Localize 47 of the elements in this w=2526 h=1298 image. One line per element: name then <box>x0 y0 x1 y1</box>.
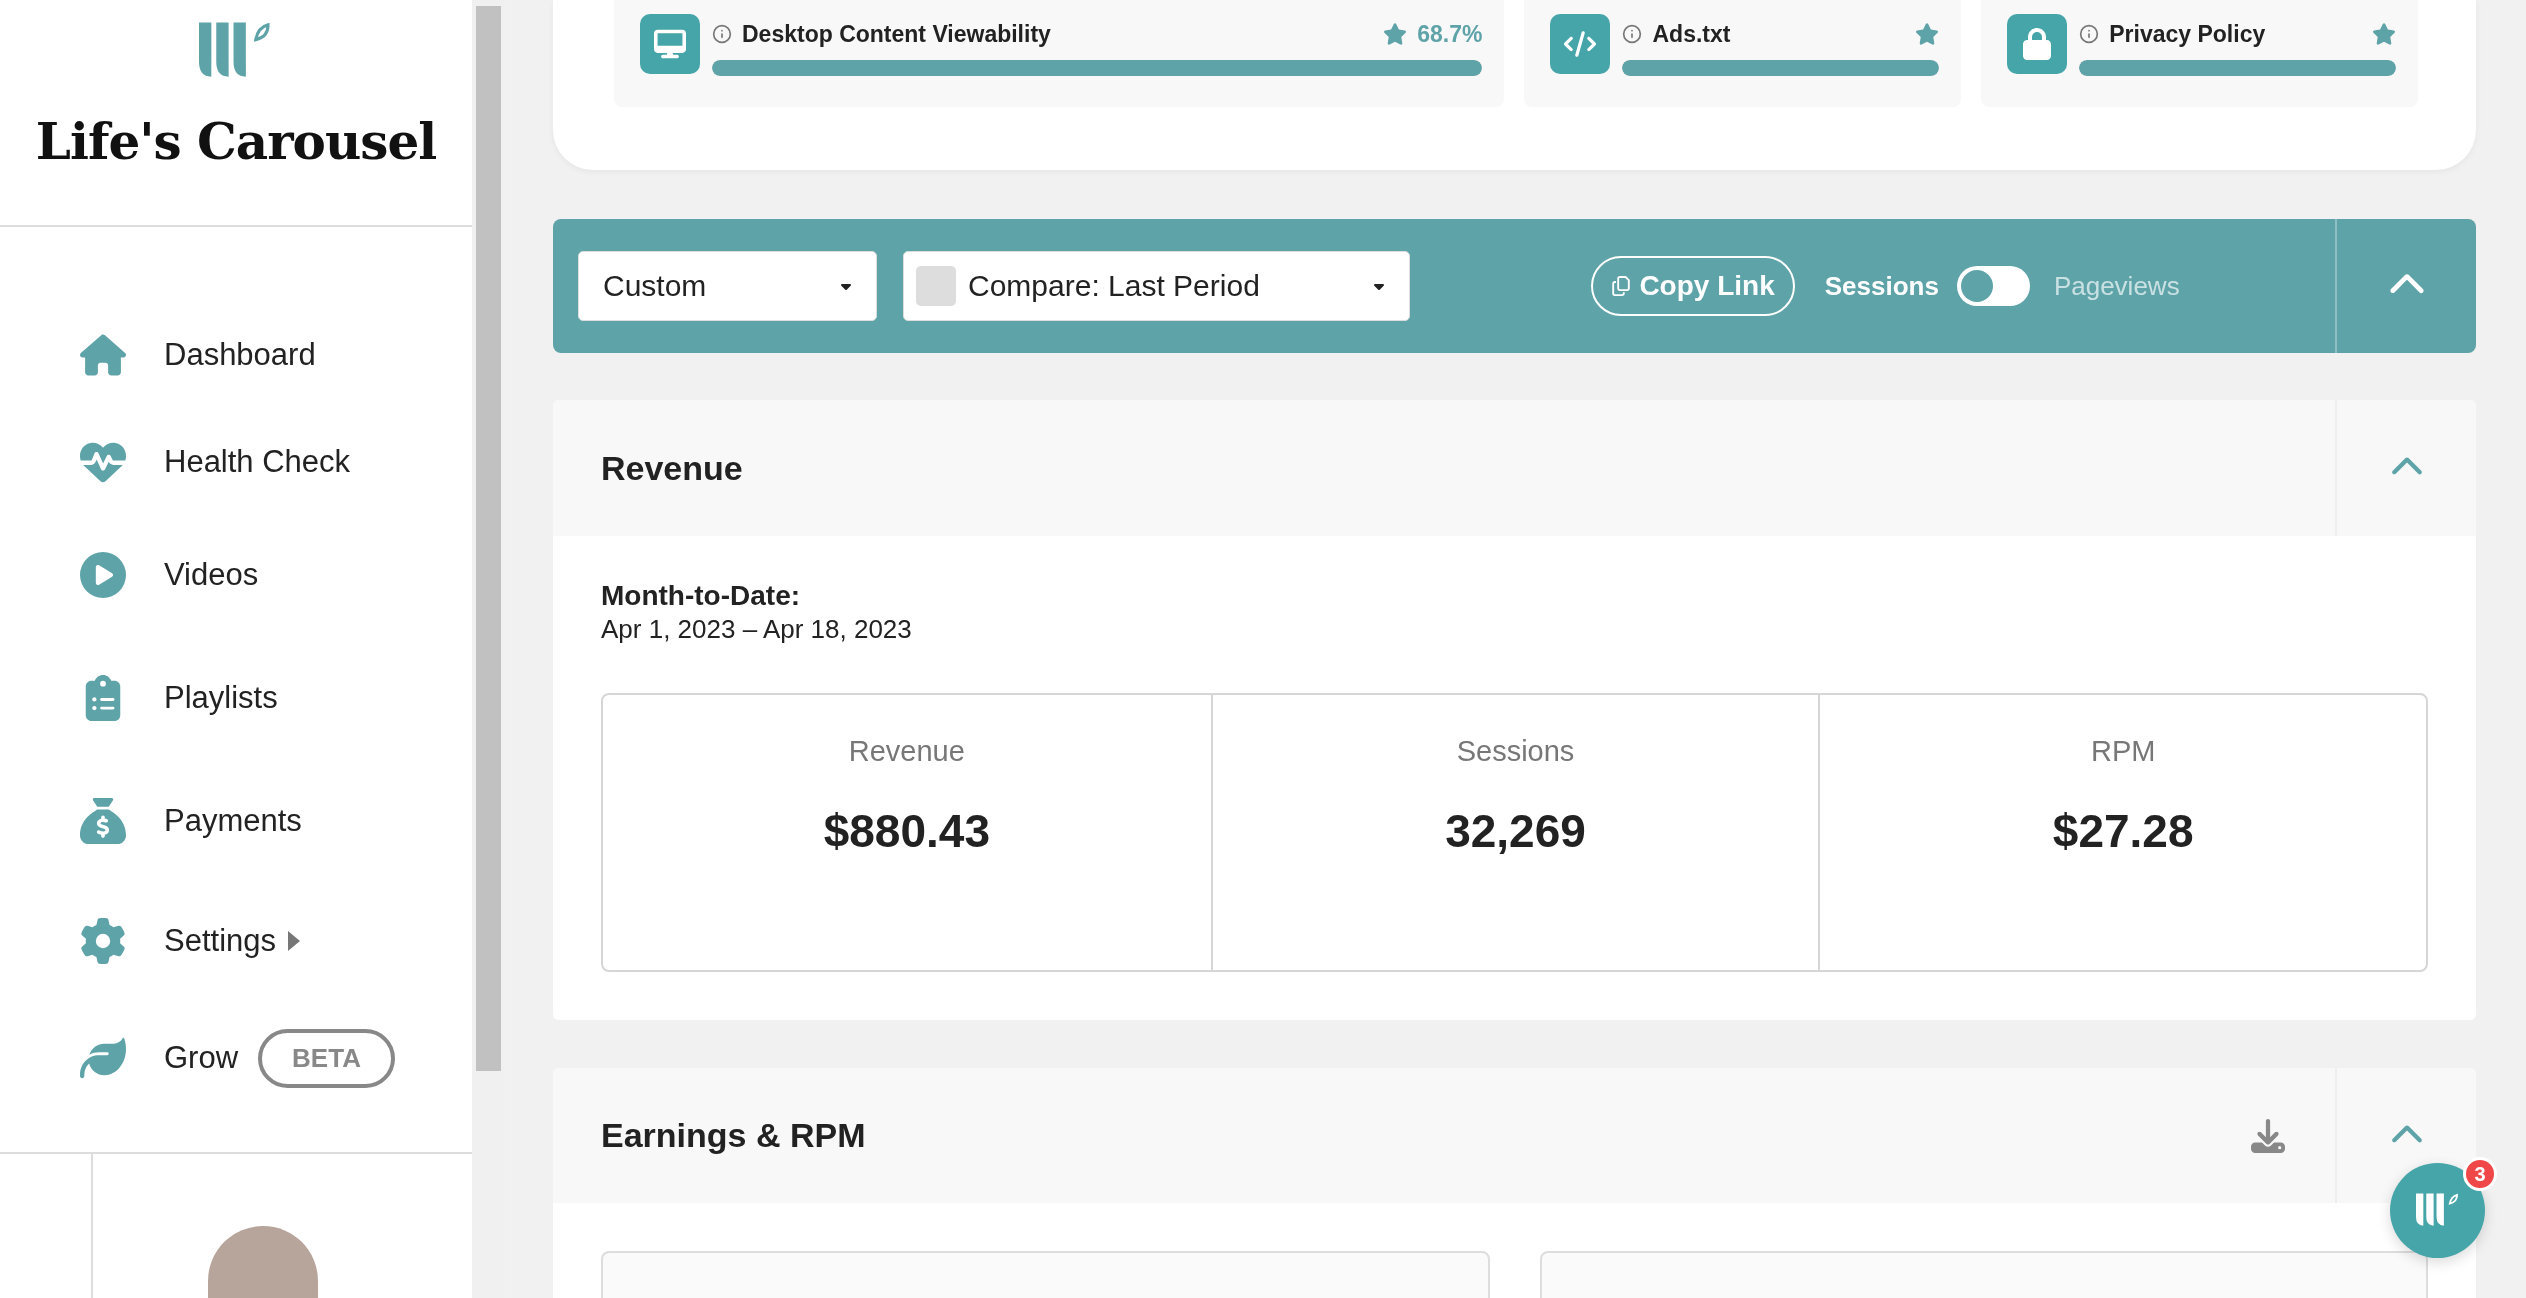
score-value: 68.7% <box>1417 20 1483 48</box>
score-label: Desktop Content Viewability <box>742 20 1052 48</box>
date-range-dropdown[interactable]: Custom <box>578 251 877 321</box>
download-button[interactable] <box>2251 1118 2285 1153</box>
nav-item[interactable]: Dashboard <box>78 302 472 408</box>
star-icon <box>2372 22 2396 46</box>
nav-item[interactable]: Health Check <box>78 408 472 515</box>
stat-value: 32,269 <box>1445 804 1586 858</box>
period-range: Apr 1, 2023 – Apr 18, 2023 <box>601 614 913 645</box>
info-icon[interactable] <box>2079 24 2100 44</box>
star-icon <box>1915 22 1940 46</box>
info-icon[interactable] <box>712 24 732 44</box>
stat-label: Sessions <box>1456 735 1575 768</box>
section-title: Revenue <box>601 448 743 488</box>
nav-item[interactable]: Grow BETA <box>78 1000 472 1116</box>
play-icon <box>80 552 126 598</box>
stat-label: RPM <box>2090 735 2156 768</box>
site-name: Life's Carousel <box>35 112 437 171</box>
copy-icon <box>1611 276 1632 296</box>
notification-badge: 3 <box>2463 1157 2497 1191</box>
logo-icon <box>2415 1192 2460 1229</box>
score-label: Ads.txt <box>1652 20 1732 48</box>
leaf-icon <box>80 1035 126 1081</box>
money-bag-icon <box>80 798 126 844</box>
scrollbar[interactable] <box>472 0 505 1298</box>
house-icon <box>80 332 126 378</box>
monitor-icon <box>640 14 700 74</box>
nav-item[interactable]: Settings <box>78 882 472 1000</box>
star-icon <box>1383 22 1408 46</box>
toggle-switch[interactable] <box>1956 266 2030 306</box>
stat-label: Revenue <box>848 735 965 768</box>
period-label: Month-to-Date: <box>601 580 802 612</box>
nav-item[interactable]: Videos <box>78 515 472 635</box>
lock-icon <box>2007 14 2068 74</box>
download-icon <box>2251 1118 2285 1153</box>
nav-item[interactable]: Payments <box>78 760 472 882</box>
code-icon <box>1550 14 1611 74</box>
beta-badge: BETA <box>258 1028 395 1088</box>
color-swatch <box>916 266 956 306</box>
stat-value: $27.28 <box>2052 804 2194 858</box>
stat-value: $880.43 <box>823 804 990 858</box>
score-label: Privacy Policy <box>2109 20 2267 48</box>
section-title: Earnings & RPM <box>601 1116 866 1155</box>
info-icon[interactable] <box>1622 24 1643 44</box>
compare-dropdown[interactable]: Compare: Last Period <box>903 251 1410 321</box>
settings-icon <box>80 918 126 964</box>
nav-item[interactable]: Playlists <box>78 635 472 760</box>
